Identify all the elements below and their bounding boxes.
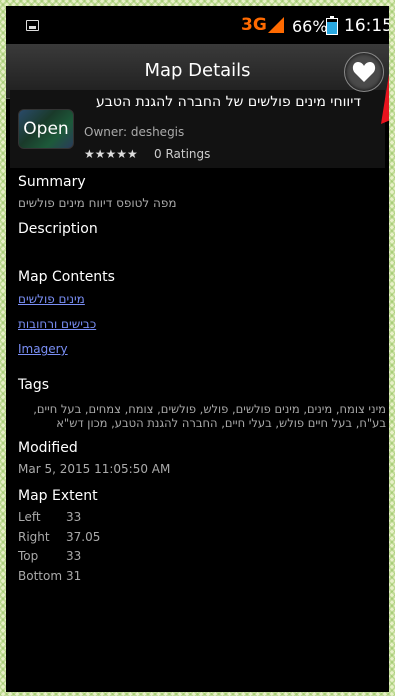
page-title: Map Details xyxy=(144,60,251,81)
tags-heading: Tags xyxy=(18,377,49,393)
battery-percent: 66% xyxy=(292,17,328,36)
extent-left-value: 33 xyxy=(66,510,82,524)
modified-heading: Modified xyxy=(18,440,78,456)
map-owner: Owner: deshegis xyxy=(84,125,185,139)
ratings-count: 0 Ratings xyxy=(154,147,211,161)
status-bar: 3G 66% 16:15 xyxy=(6,6,389,44)
map-title: דיווחי מינים פולשים של החברה להגנת הטבע xyxy=(96,94,361,110)
extent-left-label: Left xyxy=(18,510,41,524)
rating-stars[interactable]: ★★★★★ xyxy=(84,147,138,161)
modified-value: Mar 5, 2015 11:05:50 AM xyxy=(18,462,171,476)
extent-heading: Map Extent xyxy=(18,488,98,504)
summary-heading: Summary xyxy=(18,174,86,190)
map-contents-heading: Map Contents xyxy=(18,269,115,285)
open-map-button[interactable]: Open xyxy=(18,109,74,149)
image-icon xyxy=(26,20,39,31)
battery-icon xyxy=(326,16,338,35)
content-link-imagery[interactable]: Imagery xyxy=(18,342,68,356)
signal-icon xyxy=(268,17,284,33)
tags-text: מיני צומח, מינים, מינים פולשים, פולש, פו… xyxy=(33,402,386,430)
extent-top-label: Top xyxy=(18,549,39,563)
description-heading: Description xyxy=(18,221,98,237)
summary-text: מפה לטופס דיווח מינים פולשים xyxy=(18,196,177,210)
content-link-roads-streets[interactable]: כבישים ורחובות xyxy=(18,317,96,331)
network-type: 3G xyxy=(241,15,267,35)
favorite-button[interactable] xyxy=(344,52,384,92)
extent-bottom-label: Bottom xyxy=(18,569,63,583)
red-arrow-annotation xyxy=(381,74,389,124)
app-screen: 3G 66% 16:15 Map Details Open דיווחי מינ… xyxy=(6,6,389,692)
heart-icon xyxy=(352,62,376,82)
extent-top-value: 33 xyxy=(66,549,82,563)
content-link-invasive-species[interactable]: מינים פולשים xyxy=(18,292,85,306)
extent-right-label: Right xyxy=(18,530,50,544)
extent-bottom-value: 31 xyxy=(66,569,82,583)
extent-right-value: 37.05 xyxy=(66,530,101,544)
clock: 16:15 xyxy=(344,16,389,36)
